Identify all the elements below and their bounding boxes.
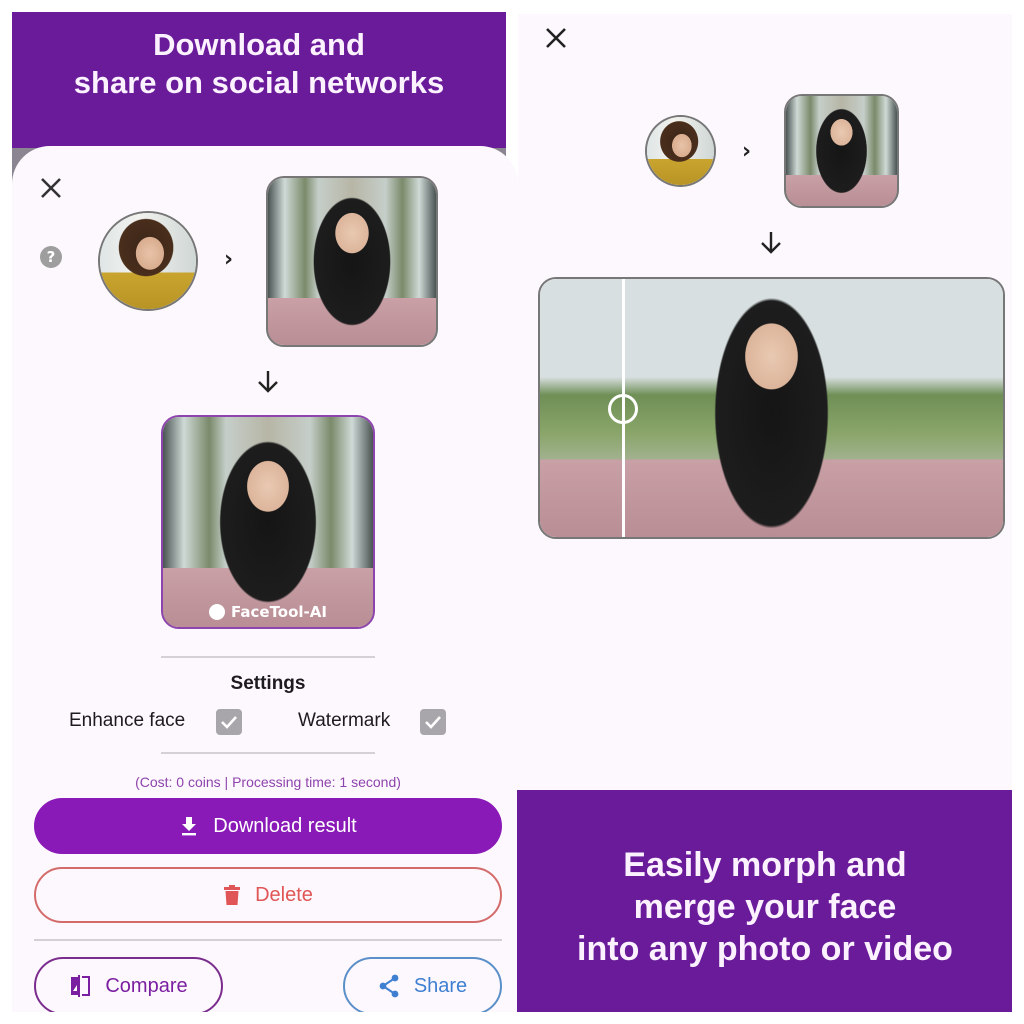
compare-button[interactable]: Compare <box>34 957 223 1015</box>
checkmark-icon <box>221 716 237 729</box>
watermark-checkbox[interactable] <box>420 709 446 735</box>
source-face-photo <box>100 213 196 309</box>
promo-banner-line-1: Easily morph and <box>623 846 907 884</box>
help-icon[interactable]: ? <box>40 246 62 268</box>
facetool-logo-icon <box>209 604 226 620</box>
before-after-compare-view[interactable] <box>538 277 1005 539</box>
close-compare-button[interactable] <box>543 25 569 51</box>
watermark-label: Watermark <box>298 710 391 731</box>
promo-banner-top: Download and share on social networks <box>12 12 506 148</box>
source-face-photo <box>647 117 714 185</box>
promo-banner-line-2: merge your face <box>633 888 897 926</box>
result-image[interactable]: FaceTool-AI <box>161 415 375 629</box>
divider-top <box>161 656 375 658</box>
compare-icon <box>71 975 91 997</box>
download-result-label: Download result <box>213 814 357 837</box>
compare-label: Compare <box>105 974 188 997</box>
chevron-right-icon: › <box>742 139 752 164</box>
promo-banner-line-1: Download and <box>153 27 365 62</box>
promo-banner-line-3: into any photo or video <box>577 930 953 968</box>
delete-label: Delete <box>255 883 313 906</box>
delete-button[interactable]: Delete <box>34 867 502 923</box>
close-icon <box>41 178 61 198</box>
watermark-overlay: FaceTool-AI <box>163 603 373 621</box>
result-photo <box>163 417 373 627</box>
target-image[interactable] <box>266 176 438 347</box>
close-sheet-button[interactable] <box>38 175 64 201</box>
download-icon <box>182 817 197 836</box>
arrow-down-icon <box>761 232 781 254</box>
arrow-down-icon <box>258 371 278 393</box>
divider-actions <box>34 939 502 941</box>
promo-banner-line-2: share on social networks <box>73 65 445 100</box>
share-button[interactable]: Share <box>343 957 502 1015</box>
enhance-face-checkbox[interactable] <box>216 709 242 735</box>
cost-info-text: (Cost: 0 coins | Processing time: 1 seco… <box>135 774 401 790</box>
bottom-clip <box>12 1012 518 1024</box>
source-face-image[interactable] <box>98 211 198 311</box>
checkmark-icon <box>425 716 441 729</box>
promo-banner-bottom: Easily morph and merge your face into an… <box>518 790 1012 1012</box>
divider-bottom <box>161 752 375 754</box>
source-face-image-small[interactable] <box>645 115 716 187</box>
enhance-face-label: Enhance face <box>69 710 186 731</box>
trash-icon <box>224 885 241 905</box>
settings-title: Settings <box>230 673 306 694</box>
close-icon <box>546 28 566 48</box>
target-image-small[interactable] <box>784 94 899 208</box>
chevron-right-icon: › <box>224 247 234 272</box>
watermark-text: FaceTool-AI <box>231 603 327 621</box>
download-result-button[interactable]: Download result <box>34 798 502 854</box>
share-icon <box>379 974 399 998</box>
share-label: Share <box>413 974 468 997</box>
target-photo <box>786 96 897 206</box>
compare-slider-handle[interactable] <box>608 394 638 424</box>
target-photo <box>268 178 436 345</box>
